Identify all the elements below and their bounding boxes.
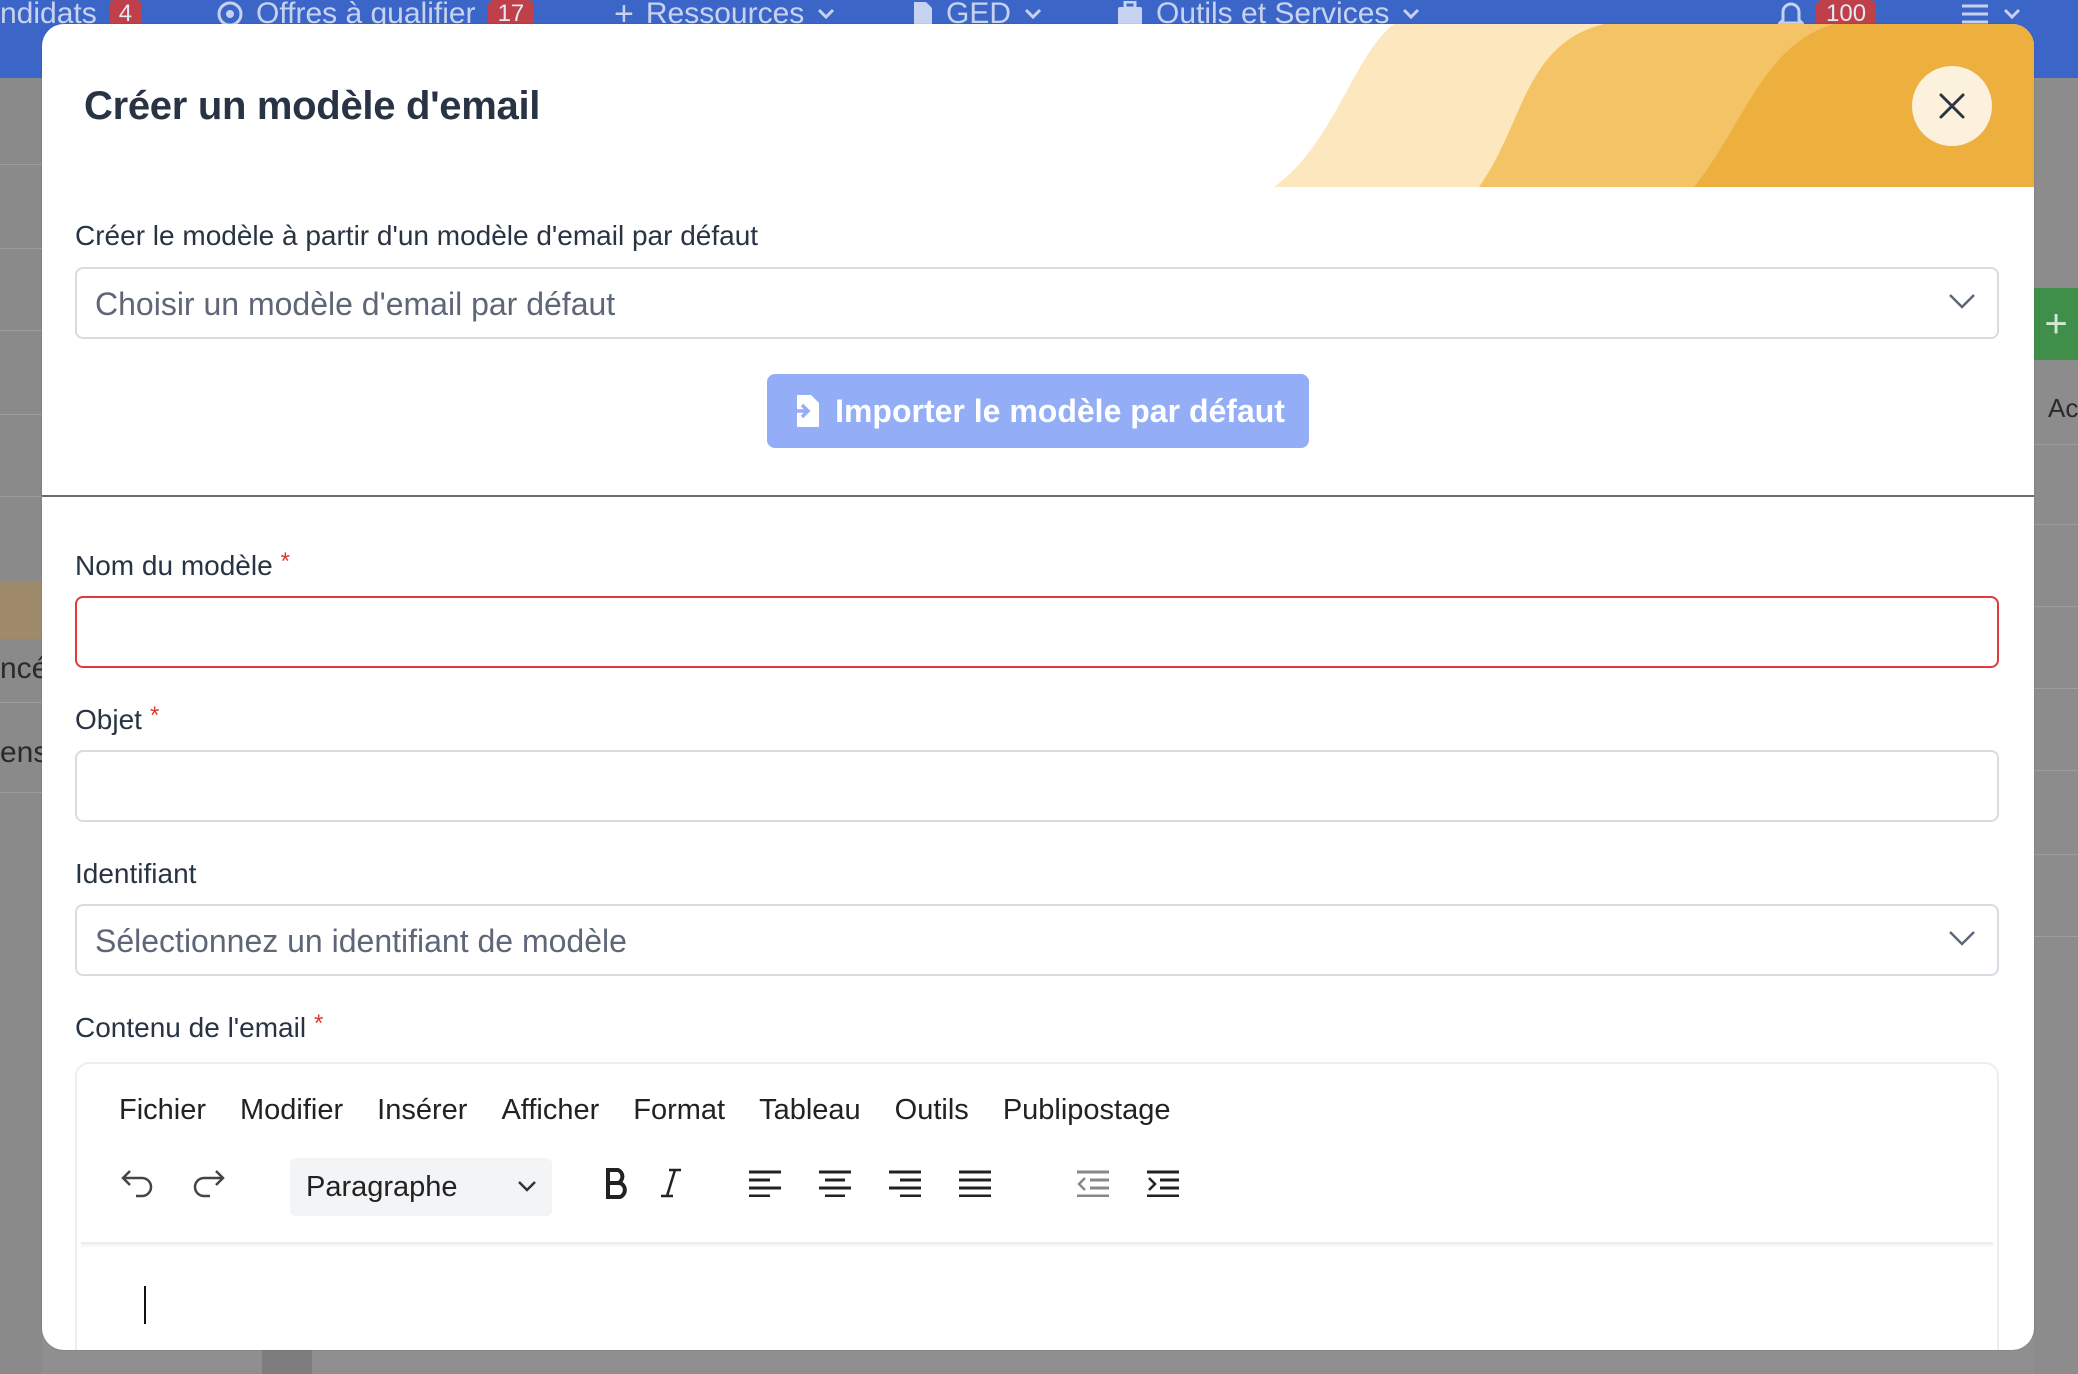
outdent-icon (1077, 1170, 1109, 1197)
background-text: ens (0, 736, 42, 769)
close-button[interactable] (1912, 66, 1992, 146)
chevron-down-icon (1949, 931, 1975, 946)
identifier-select[interactable]: Sélectionnez un identifiant de modèle (75, 904, 1999, 976)
subject-label: Objet * (75, 702, 160, 735)
italic-button[interactable] (647, 1154, 695, 1212)
align-left-button[interactable] (741, 1154, 789, 1212)
justify-button[interactable] (951, 1154, 999, 1212)
align-center-icon (819, 1170, 851, 1197)
email-content-label: Contenu de l'email * (75, 1010, 324, 1043)
background-text: Ac (2048, 393, 2078, 423)
outdent-button[interactable] (1069, 1154, 1117, 1212)
indent-icon (1147, 1170, 1179, 1197)
default-template-select[interactable]: Choisir un modèle d'email par défaut (75, 267, 1999, 339)
italic-icon (661, 1168, 681, 1198)
chevron-down-icon (518, 1181, 536, 1192)
menu-inserer[interactable]: Insérer (377, 1094, 467, 1127)
required-asterisk: * (149, 702, 160, 729)
chevron-down-icon (818, 8, 835, 20)
justify-icon (959, 1170, 991, 1197)
plus-icon: + (2034, 288, 2078, 360)
block-format-select[interactable]: Paragraphe (290, 1158, 552, 1216)
align-left-icon (749, 1170, 781, 1197)
required-asterisk: * (280, 548, 290, 575)
close-icon (1939, 93, 1965, 119)
file-import-icon (791, 395, 820, 427)
menu-afficher[interactable]: Afficher (501, 1094, 599, 1127)
text-cursor[interactable] (144, 1286, 146, 1324)
undo-icon (121, 1170, 153, 1198)
align-right-icon (889, 1170, 921, 1197)
toolbar-separator (81, 1242, 1993, 1248)
select-placeholder: Sélectionnez un identifiant de modèle (95, 923, 627, 959)
menu-publipostage[interactable]: Publipostage (1003, 1094, 1171, 1127)
menu-outils[interactable]: Outils (895, 1094, 969, 1127)
background-right-panel: + Ac (2034, 78, 2078, 1374)
bold-icon (606, 1168, 627, 1199)
menu-format[interactable]: Format (633, 1094, 725, 1127)
identifier-label: Identifiant (75, 858, 197, 889)
chevron-down-icon (2003, 8, 2021, 20)
redo-icon (193, 1170, 225, 1198)
chevron-down-icon (1403, 8, 1420, 20)
align-right-button[interactable] (881, 1154, 929, 1212)
template-name-label: Nom du modèle * (75, 548, 290, 581)
block-format-value: Paragraphe (306, 1171, 458, 1203)
indent-button[interactable] (1139, 1154, 1187, 1212)
bold-button[interactable] (593, 1154, 641, 1212)
editor-toolbar: Paragraphe (77, 1154, 1997, 1232)
redo-button[interactable] (183, 1154, 233, 1212)
menu-fichier[interactable]: Fichier (119, 1094, 206, 1127)
editor-menubar: Fichier Modifier Insérer Afficher Format… (119, 1094, 1205, 1127)
background-left-panel: ncé ens (0, 78, 42, 1374)
chevron-down-icon (1024, 8, 1042, 20)
align-center-button[interactable] (811, 1154, 859, 1212)
required-asterisk: * (314, 1010, 324, 1037)
rich-text-editor: Fichier Modifier Insérer Afficher Format… (75, 1062, 1999, 1350)
import-button-label: Importer le modèle par défaut (835, 392, 1285, 429)
chevron-down-icon (1949, 294, 1975, 309)
create-email-template-modal: Créer un modèle d'email Créer le modèle … (42, 24, 2034, 1350)
default-template-label: Créer le modèle à partir d'un modèle d'e… (75, 220, 759, 251)
template-name-input[interactable] (75, 596, 1999, 668)
menu-tableau[interactable]: Tableau (759, 1094, 861, 1127)
subject-input[interactable] (75, 750, 1999, 822)
import-default-template-button[interactable]: Importer le modèle par défaut (767, 374, 1309, 448)
menu-modifier[interactable]: Modifier (240, 1094, 343, 1127)
select-placeholder: Choisir un modèle d'email par défaut (95, 286, 616, 322)
section-divider (42, 495, 2034, 497)
undo-button[interactable] (113, 1154, 163, 1212)
modal-title: Créer un modèle d'email (84, 84, 541, 128)
background-text: ncé (0, 652, 42, 685)
